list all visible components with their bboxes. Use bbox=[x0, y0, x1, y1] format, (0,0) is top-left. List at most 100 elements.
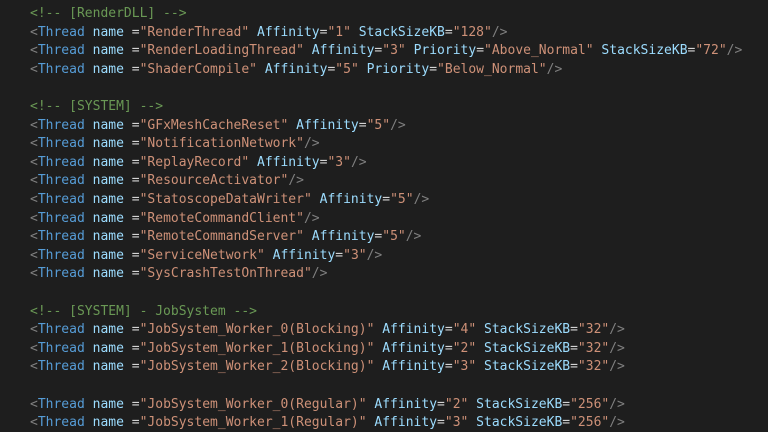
attribute-name: Affinity bbox=[319, 192, 383, 207]
tag-name: Thread bbox=[37, 192, 85, 207]
code-line[interactable]: <Thread name ="ResourceActivator"/> bbox=[30, 171, 304, 190]
comment-line[interactable]: <!-- [RenderDLL] --> bbox=[30, 4, 187, 23]
code-line[interactable]: <Thread name ="ReplayRecord" Affinity="3… bbox=[30, 153, 367, 172]
code-line[interactable]: <Thread name ="ShaderCompile" Affinity="… bbox=[30, 60, 562, 79]
equals-sign: = bbox=[131, 359, 140, 375]
tag-close-bracket: /> bbox=[405, 229, 422, 245]
thread-name-value: GFxMeshCacheReset bbox=[147, 117, 281, 133]
quote: " bbox=[468, 359, 477, 375]
equals-sign: = bbox=[131, 24, 140, 40]
tag-close-bracket: /> bbox=[366, 247, 383, 263]
thread-name-value: ShaderCompile bbox=[147, 61, 250, 77]
equals-sign: = bbox=[131, 210, 140, 226]
quote: " bbox=[296, 229, 304, 245]
thread-name-value: RemoteCommandServer bbox=[147, 229, 297, 245]
equals-sign: = bbox=[562, 396, 571, 412]
tag-open-bracket: < bbox=[30, 136, 38, 152]
quote: " bbox=[241, 154, 250, 170]
attribute-name: name bbox=[92, 415, 124, 431]
attribute-name: Priority bbox=[366, 61, 430, 77]
quote: " bbox=[570, 396, 578, 412]
attribute-name: name bbox=[92, 117, 124, 133]
comment-line[interactable]: <!-- [SYSTEM] - JobSystem --> bbox=[30, 302, 257, 321]
code-line[interactable]: <Thread name ="JobSystem_Worker_1(Blocki… bbox=[30, 339, 625, 358]
attribute-name: Affinity bbox=[296, 117, 359, 133]
equals-sign: = bbox=[131, 43, 140, 59]
tag-open-bracket: < bbox=[30, 415, 38, 431]
tag-open-bracket: < bbox=[30, 173, 38, 189]
thread-name-value: JobSystem_Worker_1(Regular) bbox=[147, 415, 359, 431]
attribute-value: 128 bbox=[460, 24, 484, 40]
thread-name-value: RenderThread bbox=[147, 24, 242, 40]
quote: " bbox=[452, 340, 461, 356]
attribute-value: 3 bbox=[350, 247, 359, 263]
tag-close-bracket: /> bbox=[726, 43, 743, 59]
tag-name: Thread bbox=[37, 322, 85, 338]
code-line[interactable]: <Thread name ="SysCrashTestOnThread"/> bbox=[30, 264, 327, 283]
code-line[interactable]: <Thread name ="JobSystem_Worker_0(Blocki… bbox=[30, 320, 625, 339]
quote: " bbox=[452, 359, 461, 375]
attribute-value: 256 bbox=[577, 396, 602, 412]
tag-close-bracket: /> bbox=[413, 192, 430, 207]
code-line[interactable]: <Thread name ="RemoteCommandClient"/> bbox=[30, 209, 320, 228]
tag-name: Thread bbox=[37, 266, 85, 282]
attribute-name: Affinity bbox=[272, 247, 336, 263]
code-line[interactable]: <Thread name ="StatoscopeDataWriter" Aff… bbox=[30, 190, 429, 209]
equals-sign: = bbox=[570, 359, 578, 375]
code-line[interactable]: <Thread name ="GFxMeshCacheReset" Affini… bbox=[30, 116, 406, 135]
equals-sign: = bbox=[444, 359, 453, 375]
equals-sign: = bbox=[131, 322, 140, 338]
tag-name: Thread bbox=[37, 154, 85, 170]
attribute-name: Affinity bbox=[311, 229, 375, 245]
thread-name-value: ReplayRecord bbox=[147, 154, 242, 170]
tag-open-bracket: < bbox=[30, 61, 38, 77]
tag-name: Thread bbox=[37, 173, 85, 189]
attribute-value: 5 bbox=[343, 61, 351, 77]
tag-open-bracket: < bbox=[30, 192, 38, 207]
attribute-name: Priority bbox=[413, 43, 477, 59]
attribute-value: 5 bbox=[390, 229, 398, 245]
equals-sign: = bbox=[131, 247, 140, 263]
tag-open-bracket: < bbox=[30, 210, 38, 226]
code-line[interactable]: <Thread name ="RemoteCommandServer" Affi… bbox=[30, 227, 421, 246]
code-line[interactable]: <Thread name ="JobSystem_Worker_0(Regula… bbox=[30, 395, 625, 414]
quote: " bbox=[585, 43, 594, 59]
attribute-value: 32 bbox=[585, 359, 602, 375]
code-line[interactable]: <Thread name ="NotificationNetwork"/> bbox=[30, 134, 320, 153]
quote: " bbox=[303, 266, 312, 282]
xml-comment: <!-- [SYSTEM] --> bbox=[30, 99, 164, 114]
tag-open-bracket: < bbox=[30, 266, 38, 282]
tag-close-bracket: /> bbox=[303, 210, 320, 226]
code-line[interactable]: <Thread name ="JobSystem_Worker_1(Regula… bbox=[30, 413, 625, 432]
tag-name: Thread bbox=[37, 359, 85, 375]
code-line[interactable]: <Thread name ="RenderLoadingThread" Affi… bbox=[30, 41, 742, 60]
code-editor[interactable]: <!-- [RenderDLL] --> <Thread name ="Rende… bbox=[0, 0, 768, 432]
tag-name: Thread bbox=[37, 396, 85, 412]
quote: " bbox=[468, 340, 477, 356]
comment-line[interactable]: <!-- [SYSTEM] --> bbox=[30, 97, 163, 116]
tag-name: Thread bbox=[37, 43, 85, 59]
tag-close-bracket: /> bbox=[609, 359, 625, 375]
quote: " bbox=[382, 229, 391, 245]
equals-sign: = bbox=[429, 61, 438, 77]
tag-name: Thread bbox=[37, 61, 85, 77]
code-line[interactable]: <Thread name ="JobSystem_Worker_2(Blocki… bbox=[30, 357, 625, 376]
quote: " bbox=[249, 61, 257, 77]
equals-sign: = bbox=[476, 43, 485, 59]
code-line[interactable]: <Thread name ="ServiceNetwork" Affinity=… bbox=[30, 246, 382, 265]
code-line[interactable]: <Thread name ="RenderThread" Affinity="1… bbox=[30, 23, 507, 42]
thread-name-value: RemoteCommandClient bbox=[147, 210, 297, 226]
equals-sign: = bbox=[570, 340, 578, 356]
quote: " bbox=[452, 322, 461, 338]
quote: " bbox=[570, 415, 578, 431]
